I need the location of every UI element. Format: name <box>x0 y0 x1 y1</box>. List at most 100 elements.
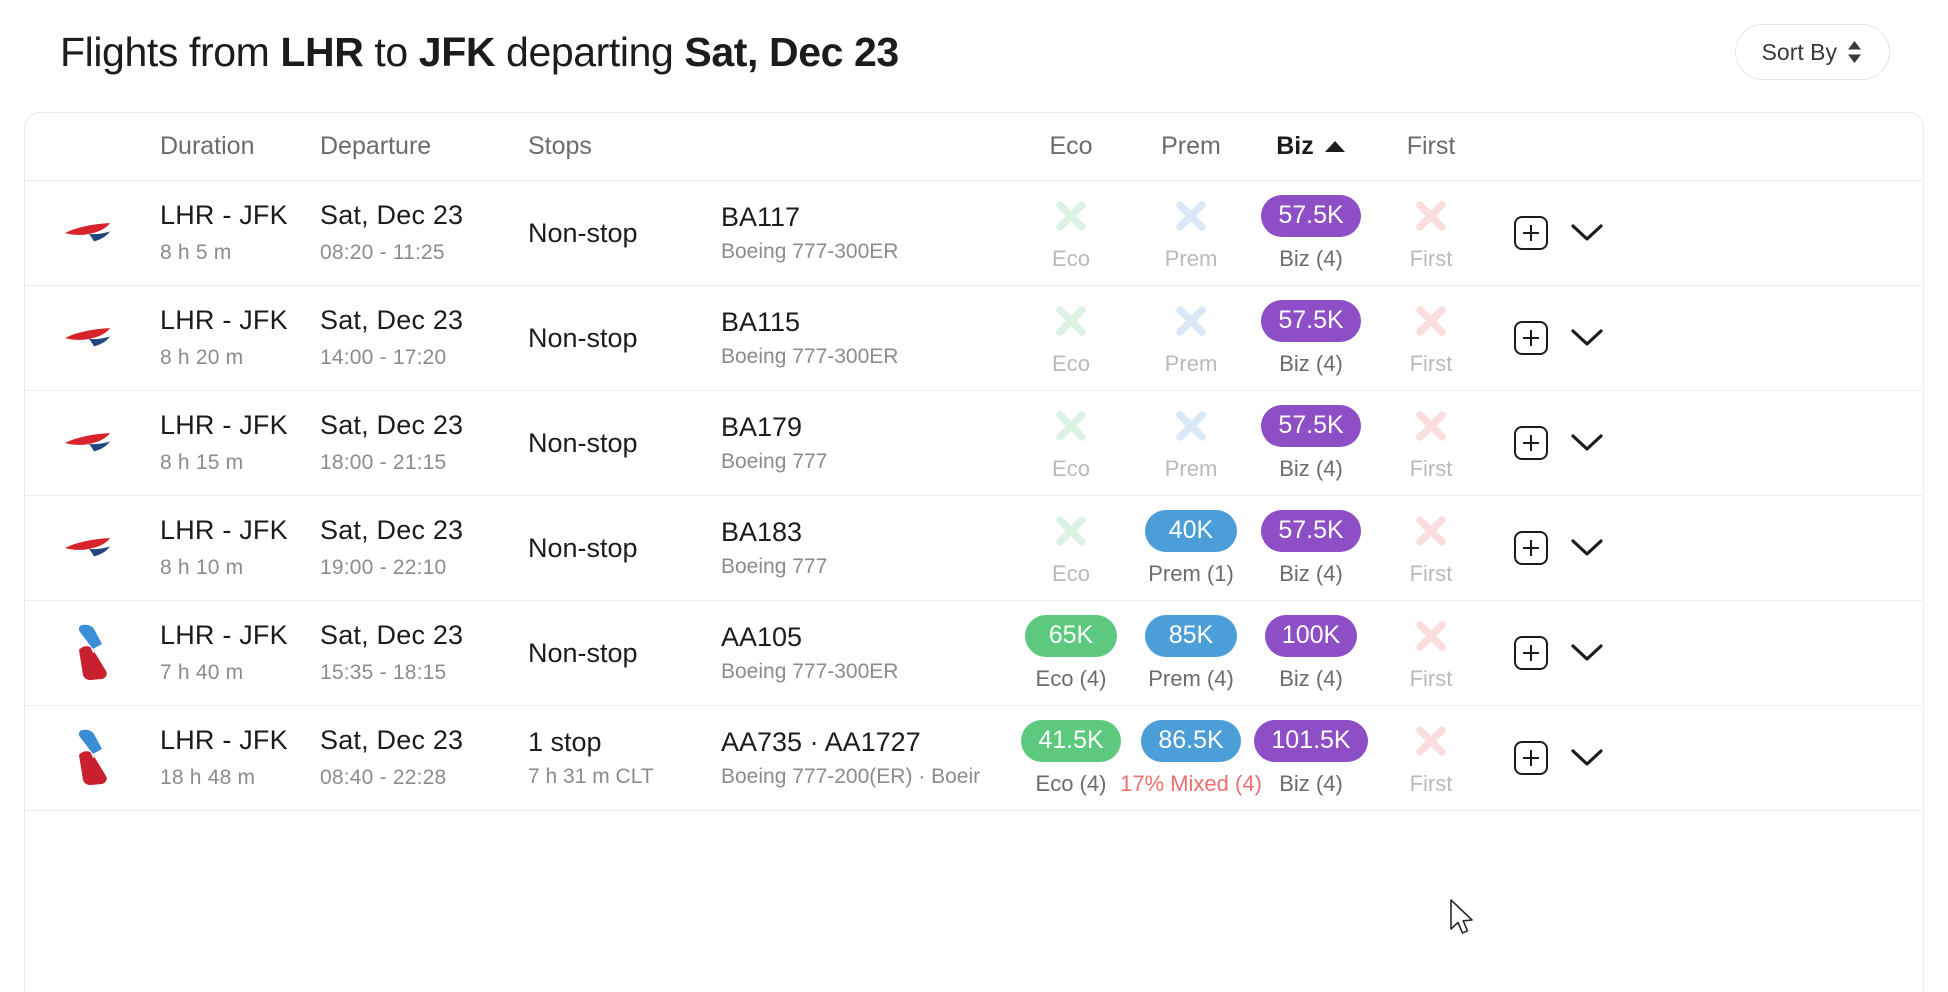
cabin-cell-biz[interactable]: 57.5K Biz (4) <box>1251 509 1371 587</box>
airline-logo <box>25 622 160 684</box>
price-pill-biz[interactable]: 100K <box>1264 614 1358 657</box>
column-header-first[interactable]: First <box>1371 132 1491 161</box>
table-row[interactable]: LHR - JFK 18 h 48 m Sat, Dec 23 08:40 - … <box>25 706 1923 811</box>
sort-by-button[interactable]: Sort By <box>1734 24 1890 80</box>
cabin-cell-eco[interactable]: 65K Eco (4) <box>1011 614 1131 692</box>
stops-label: Non-stop <box>528 637 638 668</box>
cabin-label-first: First <box>1409 770 1453 796</box>
british-airways-logo <box>64 223 110 242</box>
column-header-stops[interactable]: Stops <box>528 132 721 161</box>
british-airways-logo <box>64 538 110 557</box>
chevron-down-icon[interactable] <box>1570 747 1604 769</box>
cabin-cell-prem[interactable]: 86.5K 17% Mixed (4) <box>1120 719 1262 797</box>
price-pill-eco[interactable]: 65K <box>1025 614 1117 657</box>
title-origin: LHR <box>280 28 364 75</box>
column-header-biz[interactable]: Biz <box>1251 132 1371 161</box>
cabin-cell-prem: Prem <box>1131 300 1251 377</box>
chevron-down-icon[interactable] <box>1570 642 1604 664</box>
price-pill-prem[interactable]: 86.5K <box>1141 719 1241 762</box>
unavailable-x-icon <box>1416 200 1446 231</box>
cabin-label-biz: Biz (4) <box>1279 350 1343 376</box>
departure-date: Sat, Dec 23 <box>320 620 464 651</box>
route-label: LHR - JFK <box>160 725 288 756</box>
table-row[interactable]: LHR - JFK 8 h 20 m Sat, Dec 23 14:00 - 1… <box>25 286 1923 391</box>
flight-cell: BA179 Boeing 777 <box>721 412 1011 474</box>
column-header-biz-label: Biz <box>1276 132 1314 160</box>
table-row[interactable]: LHR - JFK 7 h 40 m Sat, Dec 23 15:35 - 1… <box>25 601 1923 706</box>
flight-cell: BA115 Boeing 777-300ER <box>721 307 1011 369</box>
table-header-row: Duration Departure Stops Eco Prem Biz Fi… <box>25 113 1923 181</box>
add-flight-button[interactable] <box>1514 216 1548 250</box>
add-flight-button[interactable] <box>1514 321 1548 355</box>
cabin-cell-biz[interactable]: 101.5K Biz (4) <box>1251 719 1371 797</box>
flight-cell: AA735 · AA1727 Boeing 777-200(ER) · Boei… <box>721 727 1011 789</box>
price-pill-biz[interactable]: 57.5K <box>1261 194 1361 237</box>
british-airways-logo <box>64 328 110 347</box>
unavailable-x-icon <box>1176 200 1206 231</box>
flight-cell: AA105 Boeing 777-300ER <box>721 622 1011 684</box>
departure-cell: Sat, Dec 23 15:35 - 18:15 <box>320 620 528 686</box>
price-pill-biz[interactable]: 57.5K <box>1261 404 1361 447</box>
cabin-cell-first: First <box>1371 510 1491 587</box>
column-header-duration[interactable]: Duration <box>160 132 320 161</box>
route-label: LHR - JFK <box>160 620 288 651</box>
chevron-down-icon[interactable] <box>1570 222 1604 244</box>
column-header-departure[interactable]: Departure <box>320 132 528 161</box>
table-row[interactable]: LHR - JFK 8 h 10 m Sat, Dec 23 19:00 - 2… <box>25 496 1923 601</box>
stops-cell: Non-stop <box>528 218 721 249</box>
cabin-cell-eco: Eco <box>1011 510 1131 587</box>
departure-cell: Sat, Dec 23 19:00 - 22:10 <box>320 515 528 581</box>
chevron-down-icon[interactable] <box>1570 432 1604 454</box>
price-pill-biz[interactable]: 57.5K <box>1261 299 1361 342</box>
cabin-cell-biz[interactable]: 100K Biz (4) <box>1251 614 1371 692</box>
column-header-prem[interactable]: Prem <box>1131 132 1251 161</box>
price-pill-prem[interactable]: 85K <box>1145 614 1237 657</box>
sort-ascending-icon <box>1324 141 1345 152</box>
cabin-cell-biz[interactable]: 57.5K Biz (4) <box>1251 194 1371 272</box>
flight-cell: BA117 Boeing 777-300ER <box>721 202 1011 264</box>
cabin-cell-eco: Eco <box>1011 195 1131 272</box>
chevron-down-icon[interactable] <box>1570 537 1604 559</box>
duration-label: 8 h 10 m <box>160 555 244 579</box>
flight-numbers: BA115 <box>721 307 801 337</box>
add-flight-button[interactable] <box>1514 531 1548 565</box>
stops-cell: Non-stop <box>528 428 721 459</box>
stops-label: 1 stop <box>528 727 602 757</box>
chevron-down-icon[interactable] <box>1570 327 1604 349</box>
price-pill-eco[interactable]: 41.5K <box>1021 719 1121 762</box>
cabin-label-eco: Eco (4) <box>1035 665 1107 691</box>
table-row[interactable]: LHR - JFK 8 h 5 m Sat, Dec 23 08:20 - 11… <box>25 181 1923 286</box>
add-flight-button[interactable] <box>1514 426 1548 460</box>
route-cell: LHR - JFK 7 h 40 m <box>160 620 320 686</box>
departure-date: Sat, Dec 23 <box>320 515 464 546</box>
price-pill-biz[interactable]: 101.5K <box>1254 719 1368 762</box>
departure-times: 15:35 - 18:15 <box>320 660 447 684</box>
aircraft-label: Boeing 777-200(ER) · Boeir <box>721 765 981 788</box>
table-body: LHR - JFK 8 h 5 m Sat, Dec 23 08:20 - 11… <box>25 181 1923 811</box>
cabin-label-first: First <box>1409 455 1453 481</box>
table-row[interactable]: LHR - JFK 8 h 15 m Sat, Dec 23 18:00 - 2… <box>25 391 1923 496</box>
departure-cell: Sat, Dec 23 14:00 - 17:20 <box>320 305 528 371</box>
airline-logo <box>25 426 160 460</box>
sort-by-label: Sort By <box>1761 38 1837 65</box>
row-actions <box>1491 426 1636 460</box>
column-header-eco[interactable]: Eco <box>1011 132 1131 161</box>
price-pill-biz[interactable]: 57.5K <box>1261 509 1361 552</box>
aircraft-label: Boeing 777-300ER <box>721 345 899 368</box>
cabin-cell-biz[interactable]: 57.5K Biz (4) <box>1251 299 1371 377</box>
cabin-cell-biz[interactable]: 57.5K Biz (4) <box>1251 404 1371 482</box>
stops-label: Non-stop <box>528 532 638 563</box>
flight-numbers: AA105 <box>721 622 803 652</box>
cabin-cell-prem: Prem <box>1131 195 1251 272</box>
cabin-cell-eco[interactable]: 41.5K Eco (4) <box>1011 719 1131 797</box>
aircraft-label: Boeing 777-300ER <box>721 660 899 683</box>
airline-logo <box>25 321 160 355</box>
add-flight-button[interactable] <box>1514 741 1548 775</box>
departure-date: Sat, Dec 23 <box>320 305 464 336</box>
flight-numbers: AA735 · AA1727 <box>721 727 921 757</box>
cabin-cell-prem[interactable]: 40K Prem (1) <box>1131 509 1251 587</box>
price-pill-prem[interactable]: 40K <box>1145 509 1237 552</box>
cabin-cell-prem[interactable]: 85K Prem (4) <box>1131 614 1251 692</box>
add-flight-button[interactable] <box>1514 636 1548 670</box>
row-actions <box>1491 321 1636 355</box>
